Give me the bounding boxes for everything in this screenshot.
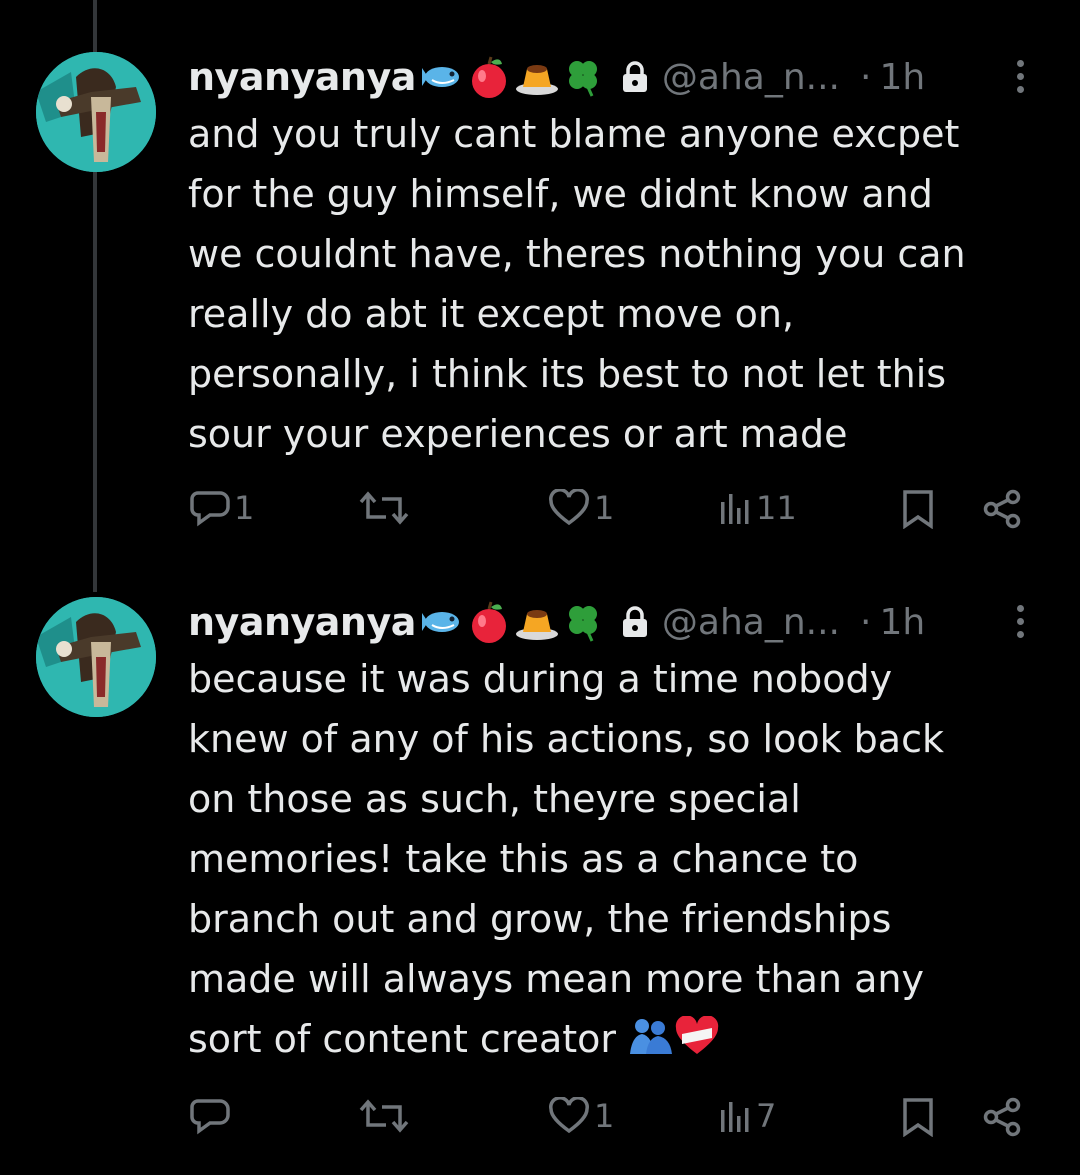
view-count: 7: [756, 1097, 777, 1135]
views-button[interactable]: 7: [718, 1097, 776, 1135]
bookmark-icon: [903, 490, 933, 529]
reply-button[interactable]: [190, 1097, 234, 1135]
share-icon: [983, 489, 1021, 529]
tweet-header: nyanyanya @aha_n... · 1h: [188, 52, 925, 102]
handle[interactable]: @aha_n...: [662, 602, 840, 643]
lock-icon: [620, 605, 650, 639]
like-count: 1: [594, 1097, 615, 1135]
apple-icon: [471, 56, 506, 98]
clover-icon: [568, 61, 597, 97]
retweet-icon: [359, 491, 409, 525]
tweet-text-content: because it was during a time nobody knew…: [188, 657, 944, 1061]
retweet-button[interactable]: [358, 1097, 414, 1135]
timestamp[interactable]: 1h: [879, 57, 925, 98]
clover-icon: [568, 606, 597, 642]
bookmark-icon: [903, 1098, 933, 1137]
mending-heart-icon: [675, 1015, 719, 1054]
reply-icon: [190, 1099, 230, 1135]
tweet-actions: 1 7: [0, 1097, 1080, 1147]
name-emojis: [420, 599, 606, 645]
views-button[interactable]: 11: [718, 489, 797, 527]
separator: ·: [860, 601, 872, 643]
pudding-icon: [515, 65, 558, 95]
like-button[interactable]: 1: [548, 489, 614, 527]
avatar[interactable]: [36, 597, 156, 717]
reply-icon: [190, 491, 230, 527]
fish-icon: [421, 612, 459, 632]
reply-count: 1: [234, 489, 255, 527]
handle[interactable]: @aha_n...: [662, 57, 840, 98]
name-emojis: [420, 54, 606, 100]
heart-icon: [549, 1097, 589, 1134]
display-name[interactable]: nyanyanya: [188, 600, 416, 644]
lock-icon: [620, 60, 650, 94]
share-icon: [983, 1097, 1021, 1137]
view-count: 11: [756, 489, 797, 527]
separator: ·: [860, 56, 872, 98]
bookmark-button[interactable]: [902, 489, 934, 529]
more-options-icon[interactable]: [1008, 601, 1032, 645]
display-name[interactable]: nyanyanya: [188, 55, 416, 99]
views-icon: [721, 494, 749, 524]
timestamp[interactable]: 1h: [879, 602, 925, 643]
like-button[interactable]: 1: [548, 1097, 614, 1135]
tweet-header: nyanyanya @aha_n... · 1h: [188, 597, 925, 647]
tweet-text: because it was during a time nobody knew…: [188, 649, 1048, 1069]
views-icon: [721, 1102, 749, 1132]
retweet-button[interactable]: [358, 489, 414, 527]
heart-icon: [549, 489, 589, 526]
apple-icon: [471, 601, 506, 643]
like-count: 1: [594, 489, 615, 527]
pudding-icon: [515, 610, 558, 640]
avatar[interactable]: [36, 52, 156, 172]
reply-button[interactable]: 1: [190, 489, 254, 527]
hugging-people-icon: [630, 1019, 673, 1054]
share-button[interactable]: [982, 489, 1022, 529]
tweet-text: and you truly cant blame anyone excpet f…: [188, 112, 966, 456]
retweet-icon: [359, 1099, 409, 1133]
more-options-icon[interactable]: [1008, 56, 1032, 100]
bookmark-button[interactable]: [902, 1097, 934, 1137]
tweet-actions: 1 1 11: [0, 489, 1080, 539]
share-button[interactable]: [982, 1097, 1022, 1137]
fish-icon: [421, 67, 459, 87]
